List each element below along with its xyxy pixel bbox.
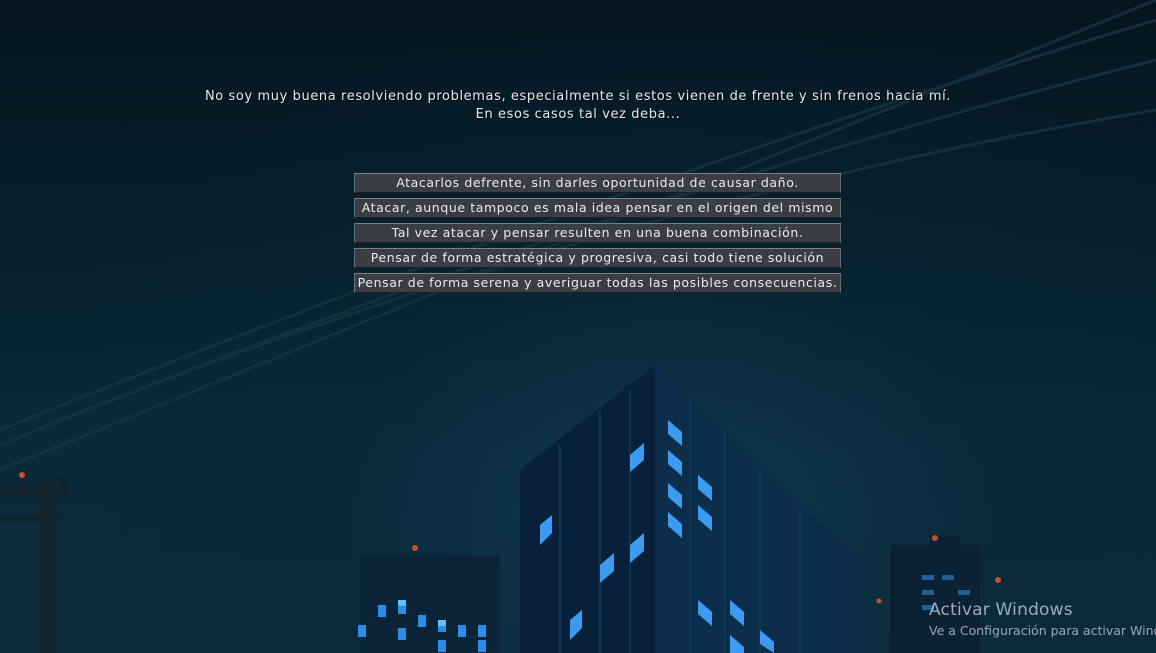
windows-activation-watermark: Activar Windows Ve a Configuración para … — [929, 600, 1156, 639]
watermark-subtitle: Ve a Configuración para activar Windows. — [929, 623, 1156, 638]
dialogue-line-1: No soy muy buena resolviendo problemas, … — [204, 89, 952, 104]
utility-pole — [0, 470, 70, 653]
game-scene: No soy muy buena resolviendo problemas, … — [0, 0, 1156, 653]
choice-button-attack-head-on[interactable]: Atacarlos defrente, sin darles oportunid… — [354, 173, 841, 193]
choice-button-attack-think-origin[interactable]: Atacar, aunque tampoco es mala idea pens… — [354, 198, 841, 218]
choice-button-think-strategic[interactable]: Pensar de forma estratégica y progresiva… — [354, 248, 841, 268]
watermark-title: Activar Windows — [929, 600, 1073, 620]
building-main — [520, 365, 860, 653]
choice-button-attack-and-think[interactable]: Tal vez atacar y pensar resulten en una … — [354, 223, 841, 243]
building-left — [358, 545, 500, 653]
choice-button-think-calm[interactable]: Pensar de forma serena y averiguar todas… — [354, 273, 841, 293]
choice-menu: Atacarlos defrente, sin darles oportunid… — [354, 173, 841, 298]
dialogue-line-2: En esos casos tal vez deba... — [475, 107, 681, 122]
